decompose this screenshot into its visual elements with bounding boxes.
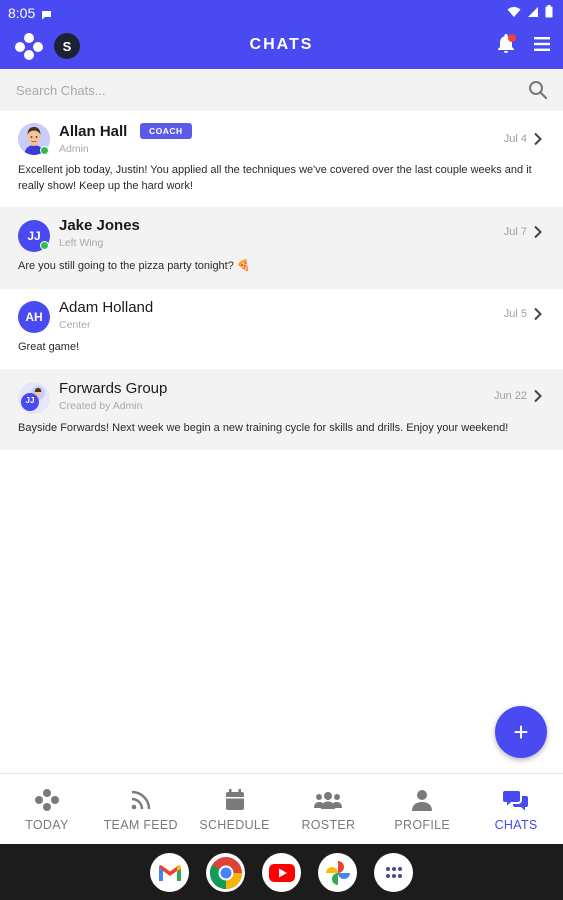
chat-subtitle: Created by Admin — [59, 400, 143, 412]
online-indicator — [40, 241, 49, 250]
online-indicator — [40, 146, 49, 155]
battery-icon — [545, 5, 553, 23]
today-icon — [34, 788, 60, 812]
nav-item-roster[interactable]: ROSTER — [281, 774, 375, 844]
chat-date: Jul 5 — [503, 308, 527, 320]
photos-icon[interactable] — [318, 853, 357, 892]
search-input[interactable] — [16, 80, 496, 100]
chat-date: Jul 7 — [503, 226, 527, 238]
chat-message-preview: Excellent job today, Justin! You applied… — [18, 164, 532, 192]
nav-item-today[interactable]: TODAY — [0, 774, 94, 844]
app-header: 8:05 S CHATS — [0, 0, 563, 69]
nav-item-schedule[interactable]: SCHEDULE — [188, 774, 282, 844]
chat-name: Jake Jones — [59, 217, 140, 234]
nav-label: TODAY — [25, 818, 69, 832]
notification-dot — [508, 34, 516, 42]
chrome-icon[interactable] — [206, 853, 245, 892]
youtube-icon[interactable] — [262, 853, 301, 892]
app-bar: S CHATS — [0, 24, 563, 69]
chevron-right-icon — [533, 389, 543, 408]
nav-label: PROFILE — [394, 818, 451, 832]
nav-item-profile[interactable]: PROFILE — [375, 774, 469, 844]
nav-label: ROSTER — [301, 818, 356, 832]
feed-icon — [131, 788, 151, 812]
hamburger-menu-icon[interactable] — [534, 37, 550, 56]
chat-message-preview: Are you still going to the pizza party t… — [18, 260, 251, 272]
message-notification-icon — [41, 7, 52, 25]
page-title: CHATS — [249, 36, 314, 53]
search-bar — [0, 69, 563, 111]
chat-item-forwards-group[interactable]: JJ Forwards Group Created by Admin Jun 2… — [0, 369, 563, 450]
nav-label: SCHEDULE — [199, 818, 270, 832]
chevron-right-icon — [533, 307, 543, 326]
status-time: 8:05 — [8, 5, 36, 21]
chat-item-jake-jones[interactable]: JJ Jake Jones Left Wing Jul 7 Are you st… — [0, 207, 563, 289]
system-dock — [0, 844, 563, 900]
nav-label: CHATS — [494, 818, 538, 832]
app-dock — [150, 853, 413, 892]
group-avatar-initials: JJ — [25, 396, 35, 405]
signal-icon — [527, 5, 539, 23]
roster-icon — [314, 788, 343, 812]
calendar-icon — [225, 788, 245, 812]
chat-subtitle: Admin — [59, 143, 89, 155]
chat-name: Adam Holland — [59, 299, 154, 316]
chat-name: Forwards Group — [59, 380, 168, 397]
chat-list: Allan Hall COACH Admin Jul 4 Excellent j… — [0, 111, 563, 450]
status-indicators — [507, 5, 553, 23]
chat-date: Jun 22 — [493, 390, 527, 402]
chat-subtitle: Center — [59, 319, 91, 331]
status-bar: 8:05 — [0, 0, 563, 24]
group-avatar: JJ — [18, 382, 50, 414]
coach-badge: COACH — [140, 123, 192, 139]
chat-message-preview: Great game! — [18, 341, 80, 353]
chevron-right-icon — [533, 225, 543, 244]
wifi-icon — [507, 5, 521, 23]
profile-icon — [412, 788, 433, 812]
chat-subtitle: Left Wing — [59, 237, 104, 249]
nav-item-chats[interactable]: CHATS — [469, 774, 563, 844]
chats-icon — [503, 788, 529, 812]
new-chat-button[interactable]: + — [495, 706, 547, 758]
chevron-right-icon — [533, 132, 543, 151]
chat-item-adam-holland[interactable]: AH Adam Holland Center Jul 5 Great game! — [0, 289, 563, 369]
nav-item-team-feed[interactable]: TEAM FEED — [94, 774, 188, 844]
avatar: AH — [18, 301, 50, 333]
bottom-navigation: TODAY TEAM FEED SCHEDULE ROSTER PROFILE … — [0, 773, 563, 844]
gmail-icon[interactable] — [150, 853, 189, 892]
nav-label: TEAM FEED — [103, 818, 178, 832]
app-drawer-icon[interactable] — [374, 853, 413, 892]
chat-date: Jul 4 — [503, 133, 527, 145]
chat-item-allan-hall[interactable]: Allan Hall COACH Admin Jul 4 Excellent j… — [0, 111, 563, 207]
chat-message-preview: Bayside Forwards! Next week we begin a n… — [18, 422, 509, 434]
search-icon[interactable] — [528, 80, 548, 105]
chat-name: Allan Hall — [59, 123, 128, 140]
